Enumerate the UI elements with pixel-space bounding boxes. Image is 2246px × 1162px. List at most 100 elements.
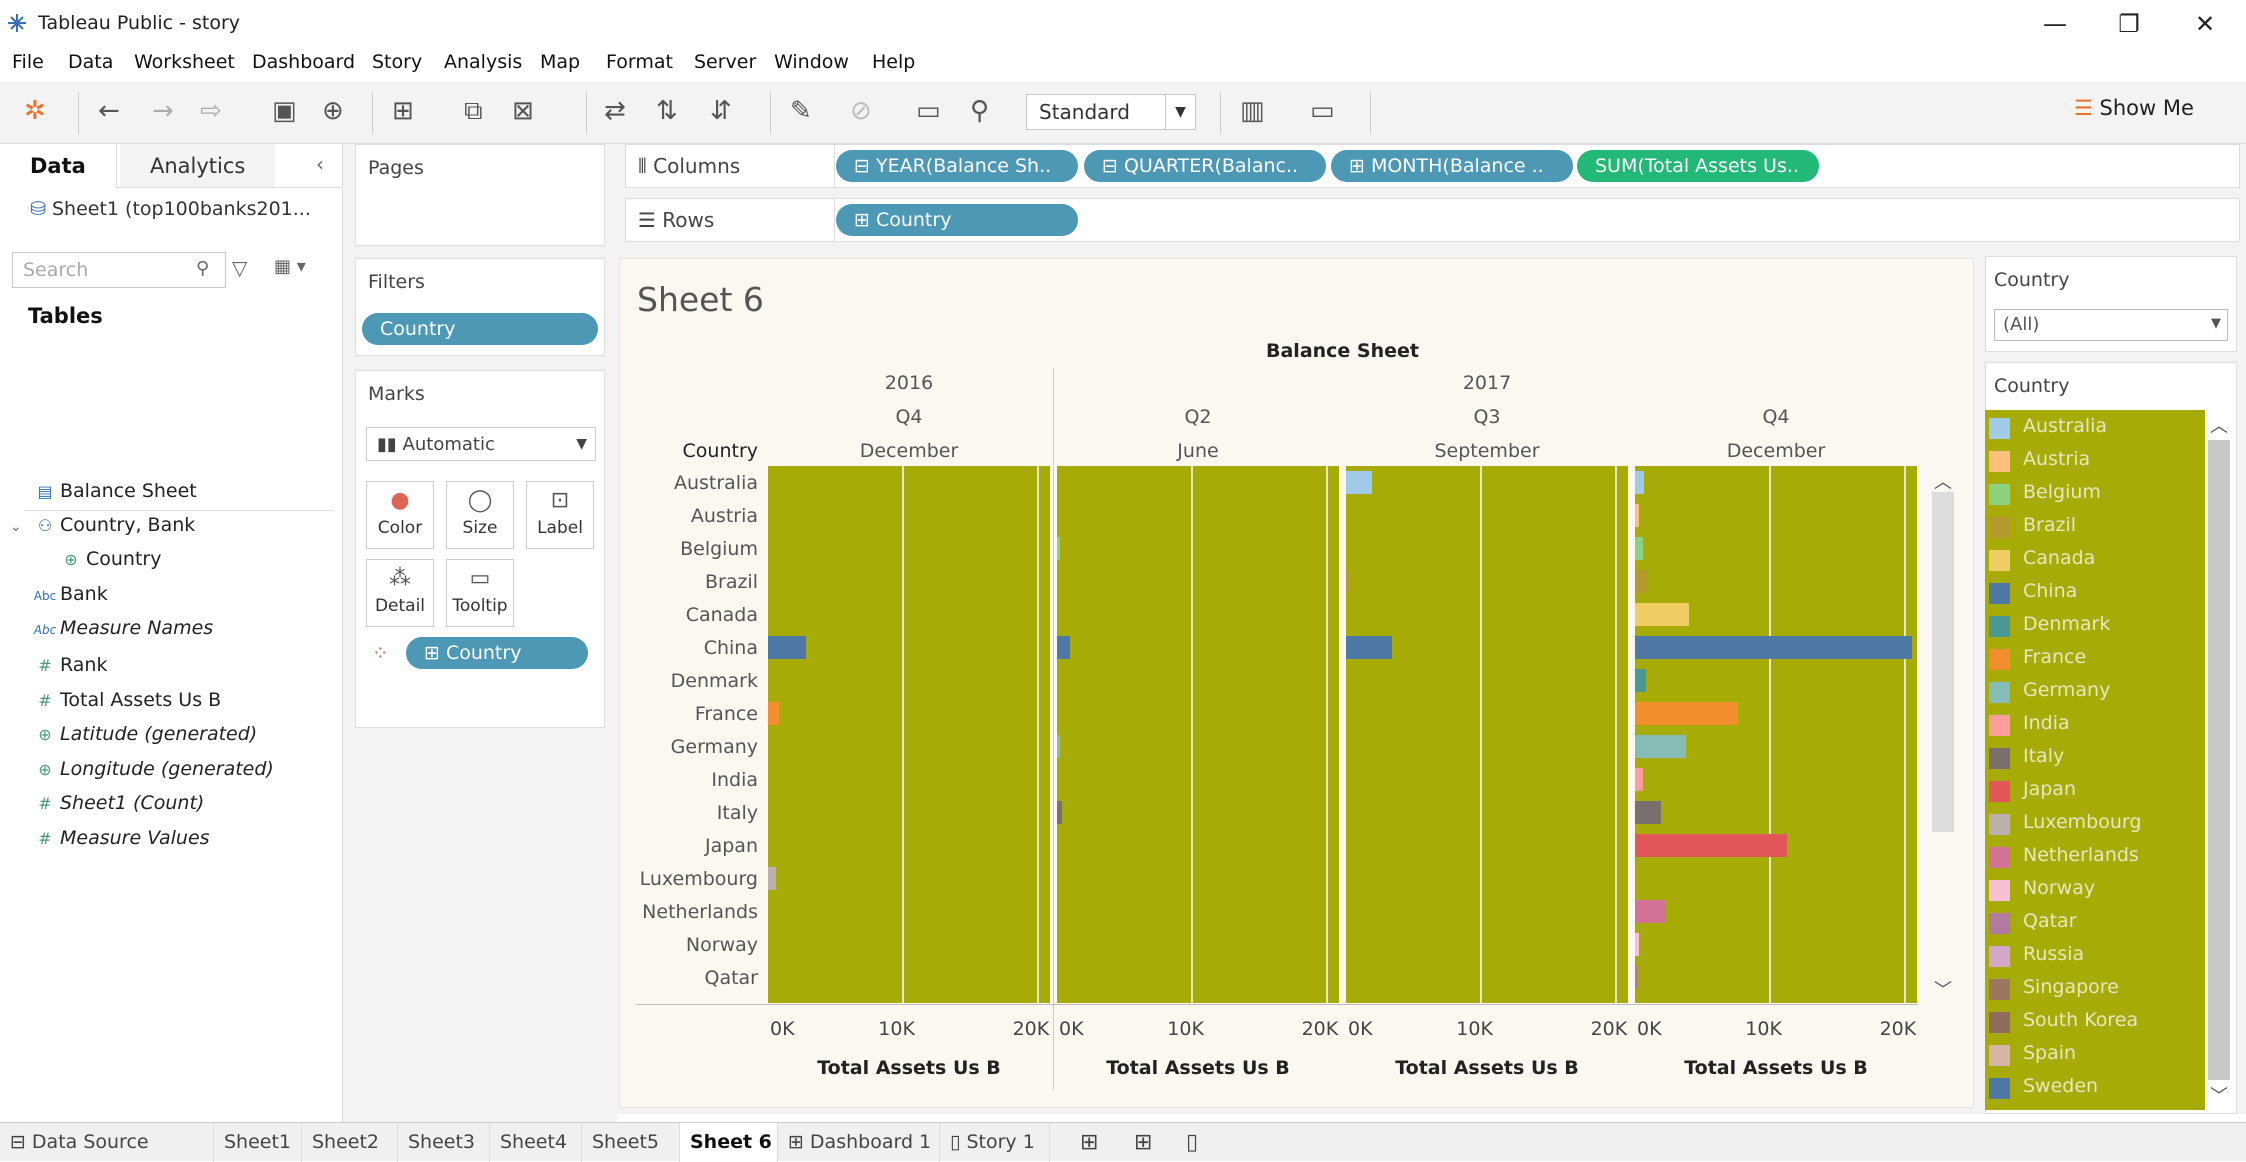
legend-item[interactable]: Netherlands [1987,841,2207,874]
bar-belgium[interactable] [1057,537,1060,560]
tableau-home-icon[interactable]: ✲ [24,96,46,126]
sheet-tab[interactable]: ⊟ Data Source [0,1123,214,1162]
menu-file[interactable]: File [12,51,44,73]
filters-card[interactable]: Filters Country [355,258,605,356]
bar-luxembourg[interactable] [768,867,777,890]
legend-item[interactable]: Austria [1987,445,2207,478]
size-button[interactable]: ◯ Size [446,481,514,549]
bar-italy[interactable] [1057,801,1063,824]
sheet-tab[interactable]: Sheet4 [490,1123,582,1162]
field-item[interactable]: ⊕ Longitude (generated) [30,758,274,780]
new-worksheet-icon[interactable]: ⊞ [392,96,414,126]
bar-india[interactable] [1635,768,1644,791]
bar-qatar[interactable] [1635,966,1638,989]
row-pill-country[interactable]: ⊞ Country [836,204,1078,236]
legend-item[interactable]: Sweden [1987,1072,2207,1105]
filter-pill-country[interactable]: Country [362,313,598,345]
legend-item[interactable]: Denmark [1987,610,2207,643]
bar-australia[interactable] [1346,471,1372,494]
columns-shelf[interactable]: ⦀ Columns ⊟ YEAR(Balance Sh.. ⊟ QUARTER(… [625,144,2240,188]
swap-icon[interactable]: ⇄ [604,96,626,126]
scroll-up-icon[interactable]: ︿ [1934,468,1952,494]
bar-brazil[interactable] [1346,570,1349,593]
expand-chevron-icon[interactable]: ⌄ [10,519,30,535]
field-item[interactable]: # Total Assets Us B [30,689,221,711]
menu-window[interactable]: Window [774,51,849,73]
field-item[interactable]: ⌄ ⚇ Country, Bank [10,514,195,536]
bar-netherlands[interactable] [1635,900,1666,923]
show-me-button[interactable]: ☰ Show Me [2074,96,2194,120]
bar-brazil[interactable] [1635,570,1649,593]
legend-item[interactable]: India [1987,709,2207,742]
country-filter-dropdown[interactable]: (All) ▼ [1994,309,2228,341]
pin-icon[interactable]: ⚲ [970,96,989,126]
field-item[interactable]: Abc Bank [30,583,108,605]
menu-story[interactable]: Story [372,51,422,73]
filter-icon[interactable]: ▽ [232,256,247,280]
pages-card[interactable]: Pages [355,144,605,246]
menu-data[interactable]: Data [68,51,113,73]
field-item[interactable]: # Sheet1 (Count) [30,792,204,814]
legend-item[interactable]: Spain [1987,1039,2207,1072]
new-story-tab-icon[interactable]: ▯ [1176,1123,1208,1162]
legend-scrollbar[interactable] [2208,440,2230,1080]
view-options-icon[interactable]: ▦ ▾ [274,256,306,277]
field-item[interactable]: ▤ Balance Sheet [30,480,196,502]
sheet-tab[interactable]: Sheet1 [214,1123,302,1162]
bar-germany[interactable] [1635,735,1687,758]
menu-help[interactable]: Help [872,51,915,73]
new-worksheet-tab-icon[interactable]: ⊞ [1070,1123,1108,1162]
label-icon[interactable]: ▭ [916,96,941,126]
legend-item[interactable]: Singapore [1987,973,2207,1006]
sort-descending-icon[interactable]: ⇵ [710,96,732,126]
bar-norway[interactable] [1635,933,1640,956]
bar-china[interactable] [1635,636,1912,659]
field-item[interactable]: # Measure Values [30,827,209,849]
view-scrollbar[interactable] [1932,492,1954,832]
column-pill-month[interactable]: ⊞ MONTH(Balance .. [1331,150,1573,182]
mark-type-dropdown[interactable]: ▮▮ Automatic ▼ [366,427,596,461]
menu-server[interactable]: Server [694,51,756,73]
legend-item[interactable]: Russia [1987,940,2207,973]
sheet-tab[interactable]: ⊞ Dashboard 1 [778,1123,940,1162]
legend-item[interactable]: Germany [1987,676,2207,709]
bar-denmark[interactable] [1635,669,1646,692]
datasource-item[interactable]: ⛁ Sheet1 (top100banks201... [30,198,311,220]
group-icon[interactable]: ⊘ [850,96,872,126]
undo-icon[interactable]: ← [98,96,120,126]
scroll-up-icon[interactable]: ︿ [2210,412,2228,438]
field-item[interactable]: ⊕ Latitude (generated) [30,723,257,745]
legend-item[interactable]: Australia [1987,412,2207,445]
rows-shelf[interactable]: ☰ Rows ⊞ Country [625,198,2240,242]
field-item[interactable]: ⊕ Country [56,548,161,570]
scroll-down-icon[interactable]: ﹀ [1934,976,1952,1002]
legend-item[interactable]: Italy [1987,742,2207,775]
legend-item[interactable]: France [1987,643,2207,676]
legend-item[interactable]: Japan [1987,775,2207,808]
collapse-pane-icon[interactable]: ‹ [316,152,324,176]
highlight-icon[interactable]: ✎ [790,96,812,126]
bar-canada[interactable] [1635,603,1689,626]
sort-ascending-icon[interactable]: ⇅ [656,96,678,126]
sheet-tab[interactable]: ▯ Story 1 [940,1123,1050,1162]
minimize-button[interactable]: — [2030,6,2080,42]
bar-italy[interactable] [1635,801,1661,824]
redo-icon[interactable]: → [152,96,174,126]
sheet-tab[interactable]: Sheet5 [582,1123,680,1162]
scroll-down-icon[interactable]: ﹀ [2210,1082,2228,1108]
presentation-icon[interactable]: ▭ [1310,96,1335,126]
bar-france[interactable] [1635,702,1739,725]
field-item[interactable]: # Rank [30,654,107,676]
menu-dashboard[interactable]: Dashboard [252,51,355,73]
show-cards-icon[interactable]: ▥ [1240,96,1265,126]
column-pill-year[interactable]: ⊟ YEAR(Balance Sh.. [836,150,1078,182]
menu-format[interactable]: Format [606,51,673,73]
new-dashboard-tab-icon[interactable]: ⊞ [1124,1123,1162,1162]
restore-button[interactable]: ❐ [2104,6,2154,42]
bar-china[interactable] [1057,636,1071,659]
bar-china[interactable] [768,636,806,659]
bar-belgium[interactable] [1635,537,1644,560]
sheet-tab[interactable]: Sheet 6 [680,1123,778,1162]
fit-dropdown[interactable]: Standard ▼ [1026,94,1196,130]
replay-icon[interactable]: ⇨ [200,96,222,126]
